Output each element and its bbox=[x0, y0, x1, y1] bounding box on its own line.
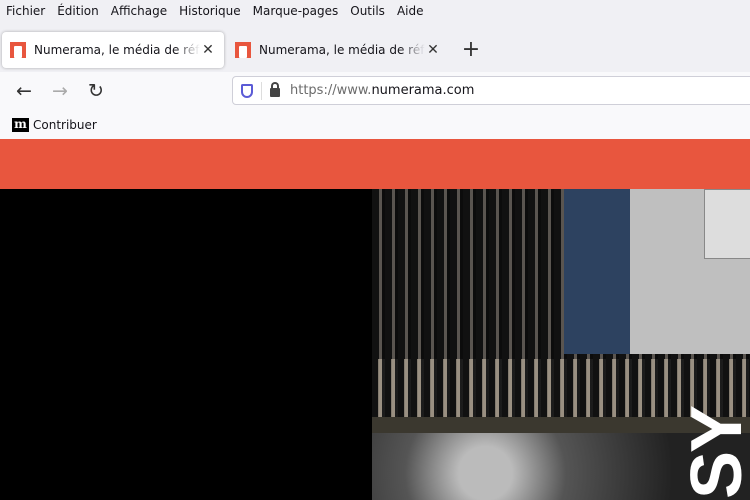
lock-icon[interactable] bbox=[270, 82, 280, 97]
ad-banner-image[interactable]: SY bbox=[372, 189, 750, 500]
divider bbox=[261, 81, 262, 100]
menu-aide[interactable]: Aide bbox=[397, 4, 424, 18]
menu-outils[interactable]: Outils bbox=[350, 4, 385, 18]
url-text[interactable]: https://www.numerama.com bbox=[290, 83, 474, 98]
contribuer-favicon-icon: m bbox=[12, 117, 29, 132]
menu-edition[interactable]: Édition bbox=[57, 4, 99, 18]
tab-title: Numerama, le média de référence bbox=[34, 43, 200, 57]
shield-icon[interactable] bbox=[241, 83, 253, 98]
new-tab-plus-icon[interactable]: + bbox=[460, 37, 482, 62]
site-header-bar bbox=[0, 139, 750, 189]
menu-fichier[interactable]: Fichier bbox=[6, 4, 45, 18]
tab-2[interactable]: Numerama, le média de référence ✕ bbox=[227, 32, 449, 68]
url-bar[interactable]: https://www.numerama.com bbox=[232, 76, 750, 105]
numerama-favicon-icon bbox=[235, 42, 251, 58]
tab-strip: Numerama, le média de référence ✕ Numera… bbox=[0, 31, 750, 69]
ad-text: SY bbox=[677, 406, 750, 499]
tab-title: Numerama, le média de référence bbox=[259, 43, 425, 57]
bookmarks-toolbar: m Contribuer bbox=[0, 110, 750, 139]
menu-historique[interactable]: Historique bbox=[179, 4, 241, 18]
close-icon[interactable]: ✕ bbox=[425, 42, 441, 58]
menu-bar: Fichier Édition Affichage Historique Mar… bbox=[0, 0, 750, 22]
bookmark-contribuer[interactable]: Contribuer bbox=[33, 118, 97, 132]
back-arrow-icon[interactable]: ← bbox=[11, 78, 37, 104]
navigation-toolbar: ← → ↻ https://www.numerama.com bbox=[0, 72, 750, 110]
numerama-favicon-icon bbox=[10, 42, 26, 58]
building-volume bbox=[564, 189, 750, 354]
reload-icon[interactable]: ↻ bbox=[83, 78, 109, 104]
menu-marque-pages[interactable]: Marque-pages bbox=[253, 4, 339, 18]
menu-affichage[interactable]: Affichage bbox=[111, 4, 167, 18]
url-prefix: https://www. bbox=[290, 83, 372, 98]
page-content: SY bbox=[0, 189, 750, 500]
close-icon[interactable]: ✕ bbox=[200, 42, 216, 58]
tab-1[interactable]: Numerama, le média de référence ✕ bbox=[2, 32, 224, 68]
url-domain: numerama.com bbox=[371, 83, 475, 98]
forward-arrow-icon[interactable]: → bbox=[47, 78, 73, 104]
